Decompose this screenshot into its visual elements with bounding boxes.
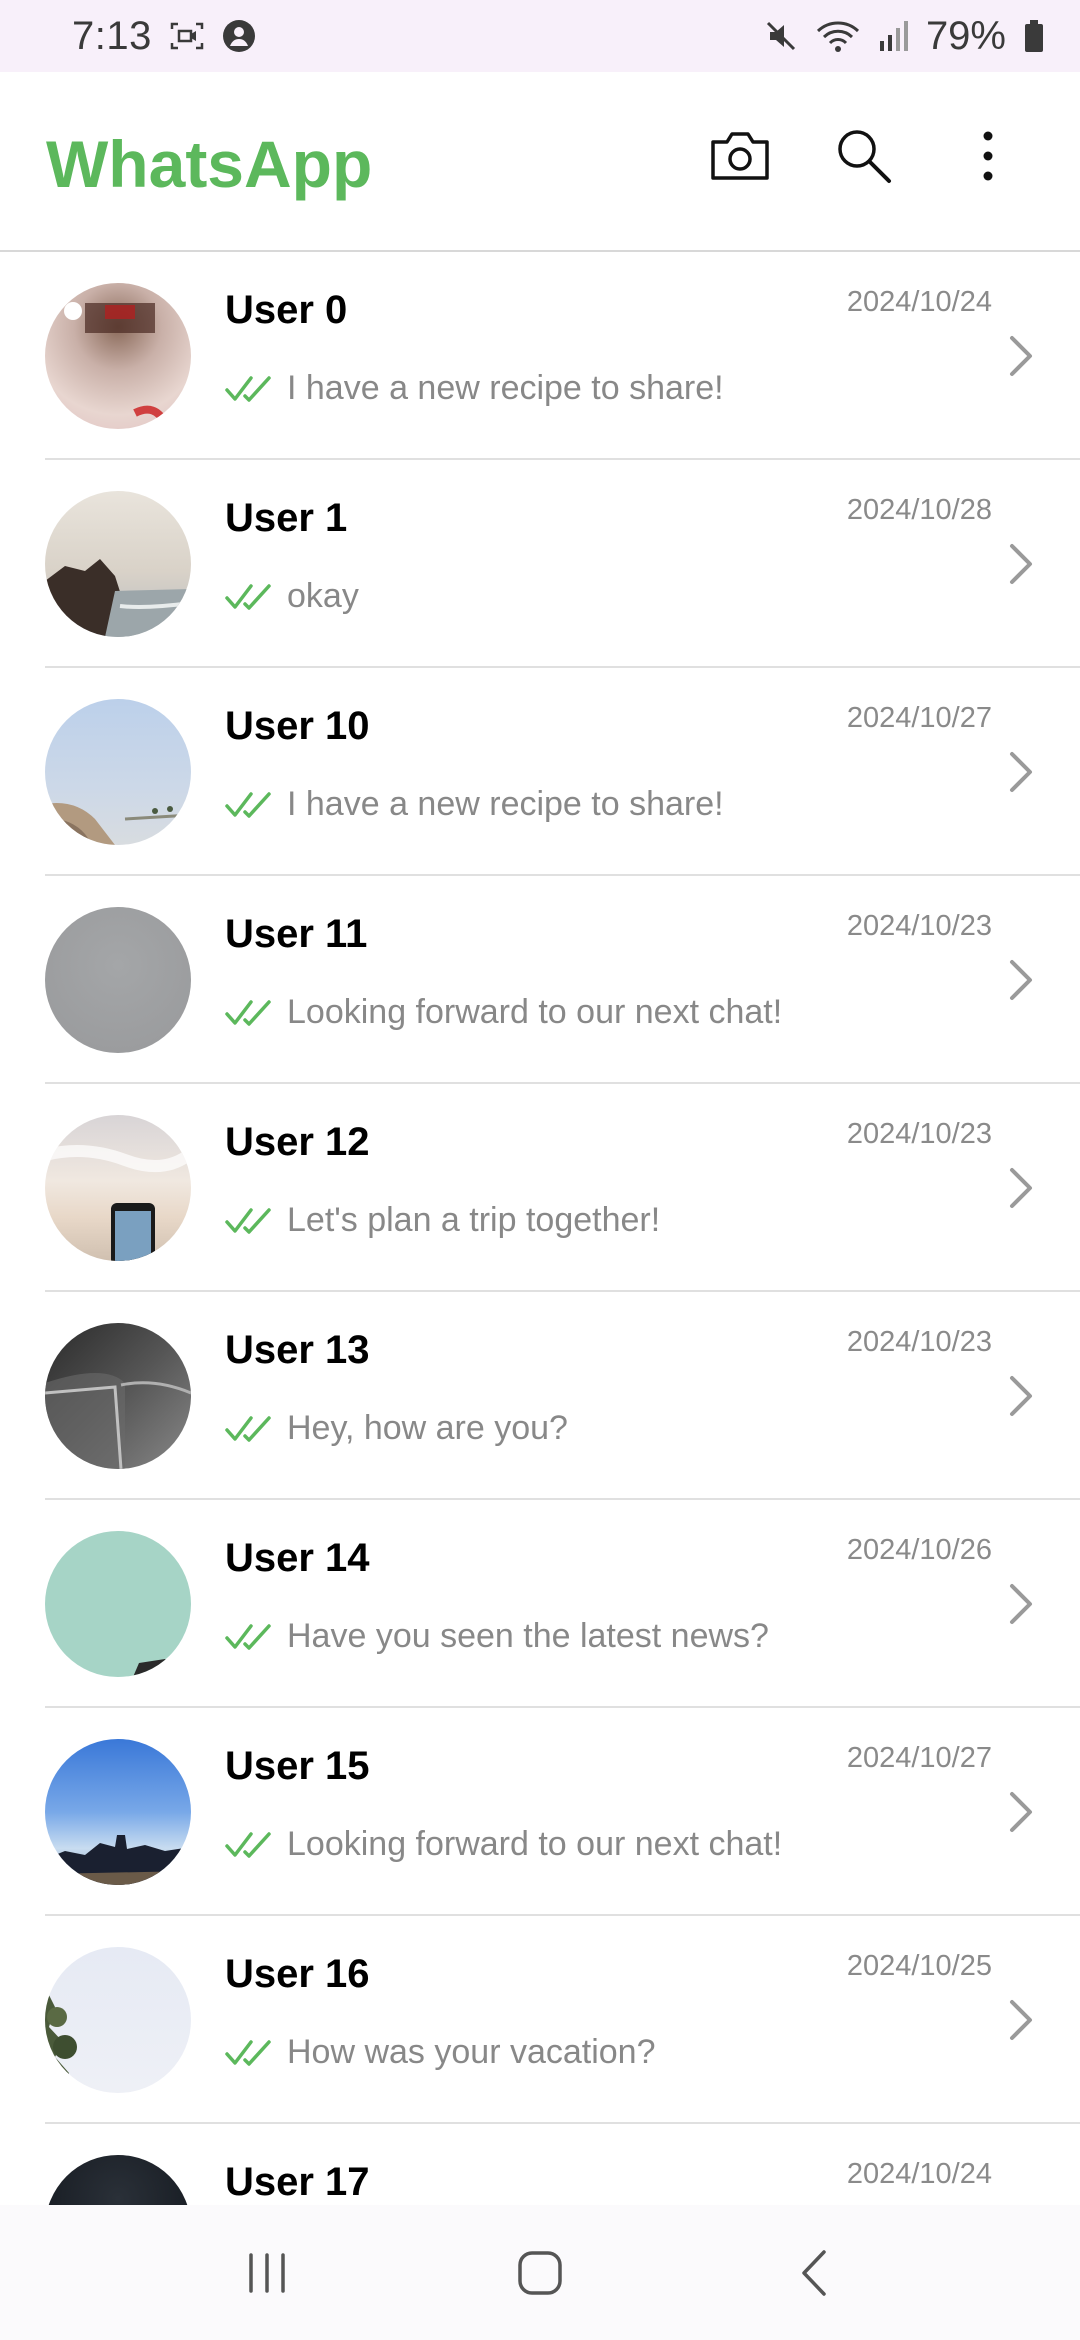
- avatar: [45, 1947, 191, 2093]
- chevron-right-icon: [1010, 960, 1032, 1000]
- chat-row[interactable]: User 1 2024/10/28 okay: [45, 460, 1080, 668]
- chat-row[interactable]: User 14 2024/10/26 Have you seen the lat…: [45, 1500, 1080, 1708]
- chat-preview: Have you seen the latest news?: [287, 1617, 769, 1655]
- wifi-icon: [816, 19, 860, 53]
- chat-preview: Looking forward to our next chat!: [287, 993, 783, 1031]
- chevron-right-icon: [1010, 2000, 1032, 2040]
- avatar: [45, 491, 191, 637]
- chevron-right-icon: [1010, 752, 1032, 792]
- chat-date: 2024/10/27: [846, 702, 992, 734]
- chat-name: User 16: [225, 1952, 370, 1996]
- double-check-icon: [225, 1831, 271, 1858]
- avatar: [45, 283, 191, 429]
- more-options-button[interactable]: [952, 120, 1024, 192]
- chat-date: 2024/10/23: [846, 1326, 992, 1358]
- home-button[interactable]: [500, 2233, 580, 2313]
- double-check-icon: [225, 2039, 271, 2066]
- mute-icon: [764, 19, 798, 53]
- search-button[interactable]: [828, 120, 900, 192]
- chat-row[interactable]: User 17 2024/10/24: [45, 2124, 1080, 2205]
- chat-name: User 10: [225, 704, 370, 748]
- chat-name: User 0: [225, 288, 348, 332]
- chevron-right-icon: [1010, 336, 1032, 376]
- chat-row[interactable]: User 0 2024/10/24 I have a new recipe to…: [45, 252, 1080, 460]
- screen-record-icon: [170, 21, 204, 51]
- chat-date: 2024/10/28: [846, 494, 992, 526]
- chat-row[interactable]: User 13 2024/10/23 Hey, how are you?: [45, 1292, 1080, 1500]
- avatar: [45, 699, 191, 845]
- recents-icon: [248, 2252, 285, 2293]
- double-check-icon: [225, 999, 271, 1026]
- chat-name: User 1: [225, 496, 348, 540]
- avatar: [45, 1115, 191, 1261]
- chevron-right-icon: [1010, 1792, 1032, 1832]
- chat-date: 2024/10/26: [846, 1534, 992, 1566]
- app-title: WhatsApp: [46, 127, 373, 201]
- avatar: [45, 907, 191, 1053]
- chat-name: User 15: [225, 1744, 370, 1788]
- chevron-right-icon: [1010, 1584, 1032, 1624]
- system-nav-bar: [0, 2205, 1080, 2340]
- chat-row[interactable]: User 15 2024/10/27 Looking forward to ou…: [45, 1708, 1080, 1916]
- double-check-icon: [225, 583, 271, 610]
- avatar: [45, 1323, 191, 1469]
- signal-icon: [878, 19, 908, 53]
- chat-row[interactable]: User 16 2024/10/25 How was your vacation…: [45, 1916, 1080, 2124]
- chat-date: 2024/10/25: [846, 1950, 992, 1982]
- chat-date: 2024/10/24: [846, 286, 992, 318]
- chat-row[interactable]: User 12 2024/10/23 Let's plan a trip tog…: [45, 1084, 1080, 1292]
- chevron-right-icon: [1010, 544, 1032, 584]
- double-check-icon: [225, 375, 271, 402]
- battery-icon: [1024, 19, 1044, 53]
- double-check-icon: [225, 1207, 271, 1234]
- chat-name: User 13: [225, 1328, 370, 1372]
- chat-date: 2024/10/23: [846, 910, 992, 942]
- avatar: [45, 2155, 191, 2205]
- status-time: 7:13: [72, 13, 152, 58]
- app-bar: WhatsApp: [0, 72, 1080, 252]
- status-bar: 7:13 79%: [0, 0, 1080, 72]
- chat-preview: How was your vacation?: [287, 2033, 656, 2071]
- chat-row[interactable]: User 11 2024/10/23 Looking forward to ou…: [45, 876, 1080, 1084]
- home-icon: [518, 2250, 562, 2295]
- more-vert-icon: [983, 131, 993, 181]
- avatar: [45, 1531, 191, 1677]
- camera-button[interactable]: [704, 120, 776, 192]
- chat-preview: okay: [287, 577, 359, 615]
- chat-date: 2024/10/23: [846, 1118, 992, 1150]
- chat-preview: Let's plan a trip together!: [287, 1201, 661, 1239]
- chat-name: User 12: [225, 1120, 370, 1164]
- chat-preview: Hey, how are you?: [287, 1409, 568, 1447]
- battery-percent: 79%: [925, 13, 1006, 58]
- chat-date: 2024/10/27: [846, 1742, 992, 1774]
- back-button[interactable]: [773, 2233, 853, 2313]
- chevron-right-icon: [1010, 1376, 1032, 1416]
- double-check-icon: [225, 1623, 271, 1650]
- chat-list[interactable]: User 0 2024/10/24 I have a new recipe to…: [0, 252, 1080, 2205]
- recents-button[interactable]: [227, 2233, 307, 2313]
- double-check-icon: [225, 1415, 271, 1442]
- account-icon: [222, 19, 256, 53]
- chat-name: User 14: [225, 1536, 370, 1580]
- back-icon: [802, 2249, 827, 2296]
- camera-icon: [711, 132, 769, 180]
- chat-name: User 17: [225, 2160, 370, 2204]
- chat-row[interactable]: User 10 2024/10/27 I have a new recipe t…: [45, 668, 1080, 876]
- chevron-right-icon: [1010, 1168, 1032, 1208]
- double-check-icon: [225, 791, 271, 818]
- chat-preview: Looking forward to our next chat!: [287, 1825, 783, 1863]
- search-icon: [838, 130, 891, 183]
- chat-name: User 11: [225, 912, 368, 956]
- avatar: [45, 1739, 191, 1885]
- chat-date: 2024/10/24: [846, 2158, 992, 2190]
- chat-preview: I have a new recipe to share!: [287, 369, 724, 407]
- chat-preview: I have a new recipe to share!: [287, 785, 724, 823]
